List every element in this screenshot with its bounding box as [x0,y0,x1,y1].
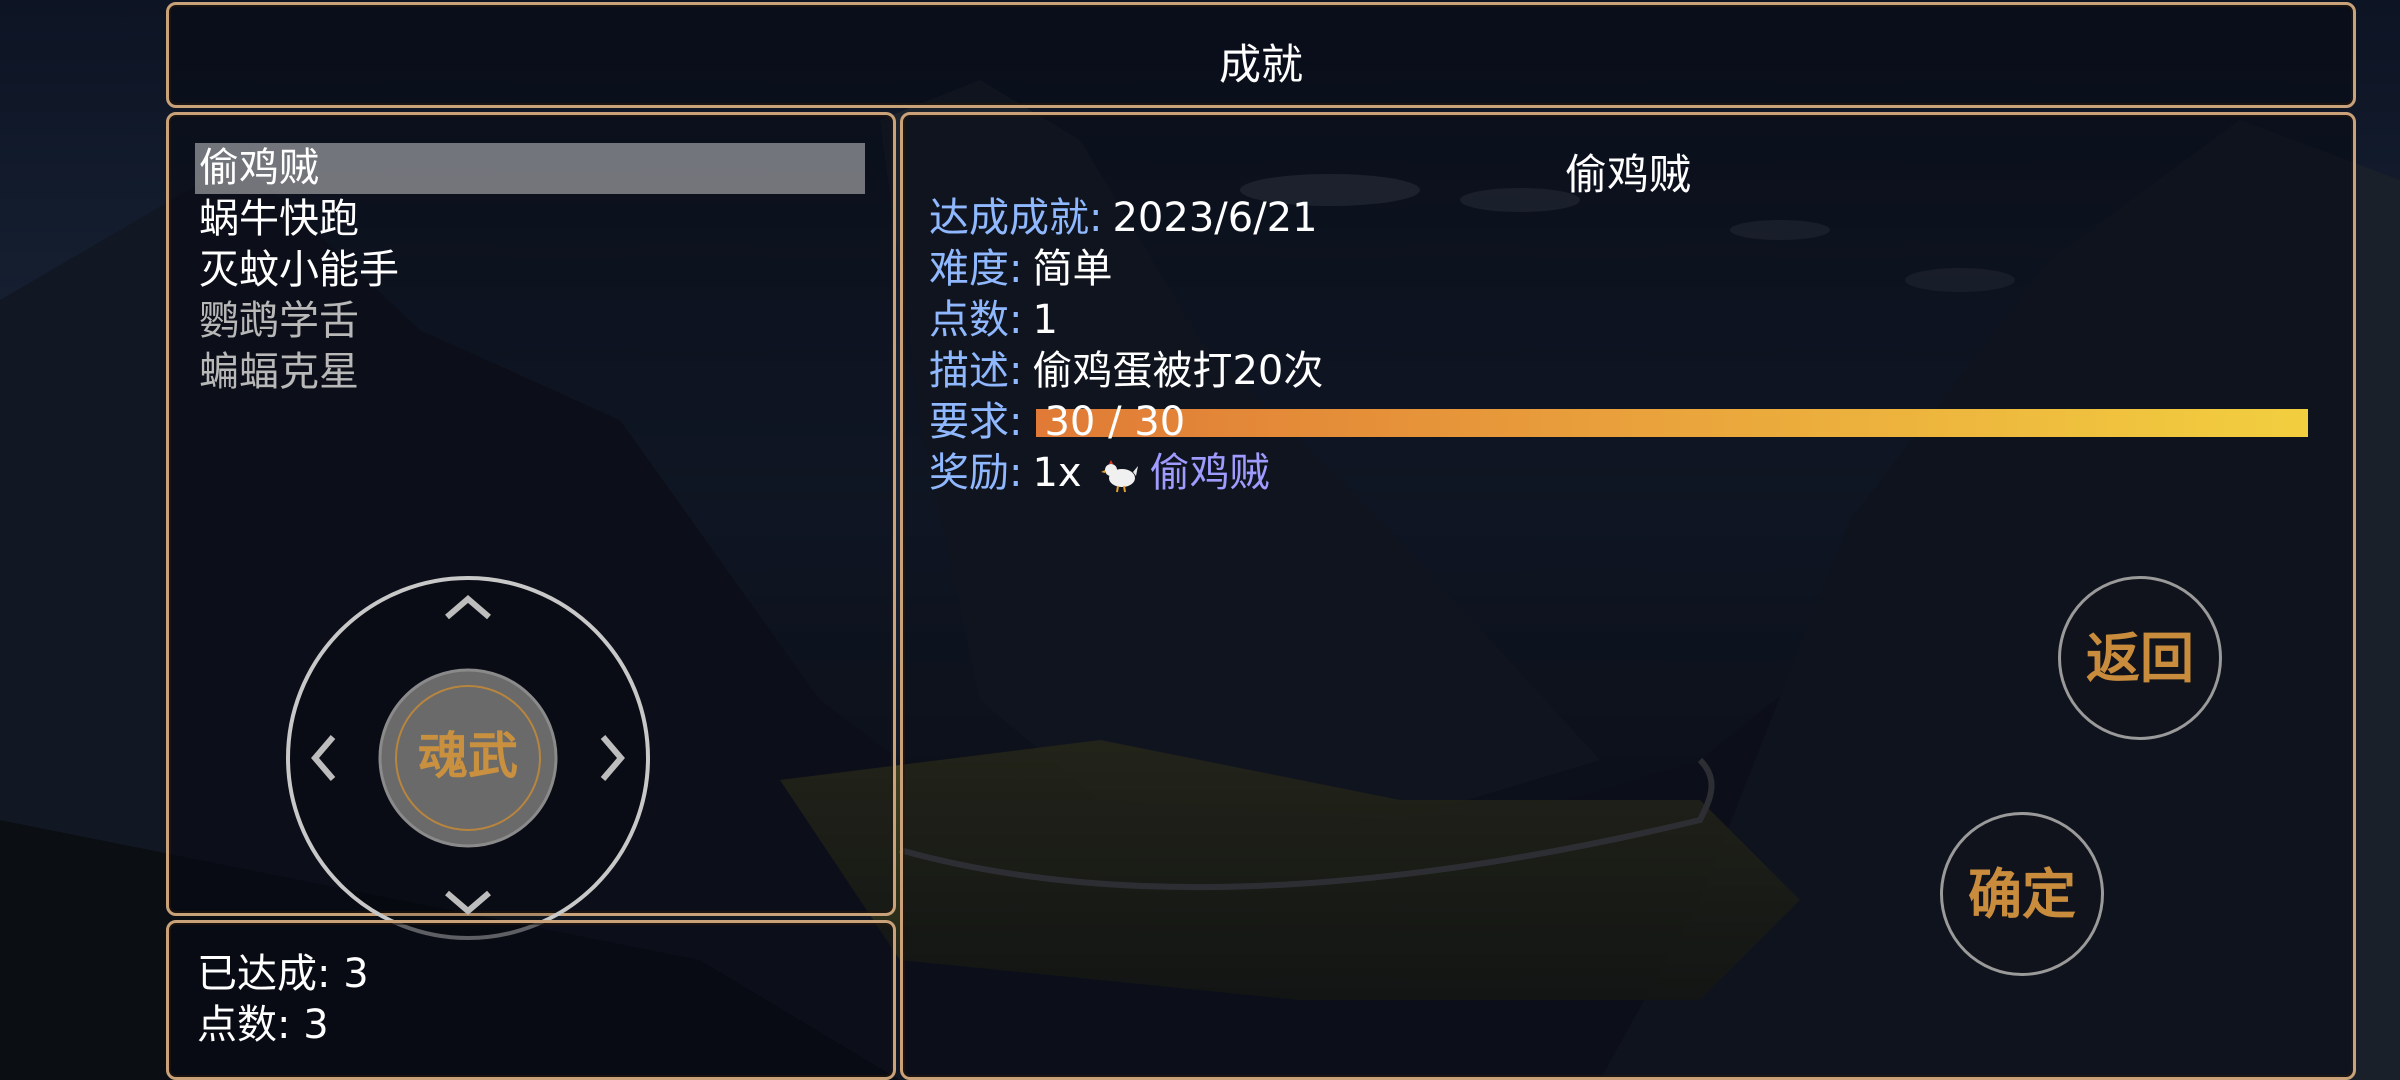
row-points: 点数: 1 [929,295,2319,346]
reward-count: 1x [1032,450,1082,496]
virtual-joystick[interactable]: 魂武 [285,575,651,941]
reward-label: 奖励: [929,450,1023,496]
back-button[interactable]: 返回 [2058,576,2222,740]
achievement-list-item[interactable]: 灭蚊小能手 [195,245,865,296]
achievement-list-item[interactable]: 偷鸡贼 [195,143,865,194]
requirement-label: 要求: [929,399,1023,445]
description-label: 描述: [929,348,1023,394]
row-reward: 奖励: 1x 偷鸡贼 [929,448,2319,499]
title-bar: 成就 [166,2,2356,108]
row-achieved-date: 达成成就: 2023/6/21 [929,193,2319,244]
total-points: 点数: 3 [197,1002,329,1048]
row-difficulty: 难度: 简单 [929,244,2319,295]
reward-item-link[interactable]: 偷鸡贼 [1150,448,1270,499]
description-value: 偷鸡蛋被打20次 [1032,348,1324,394]
achieved-date-label: 达成成就: [929,195,1103,241]
points-label: 点数: [929,297,1023,343]
requirement-progress-bar: 30 / 30 [1036,399,2309,445]
achievement-list: 偷鸡贼 蜗牛快跑 灭蚊小能手 鹦鹉学舌 蝙蝠克星 [195,143,865,398]
chicken-icon [1100,459,1138,492]
points-value: 1 [1032,297,1058,343]
achievement-list-item[interactable]: 蝙蝠克星 [195,347,865,398]
page-title: 成就 [1218,40,1303,89]
progress-fill [1036,408,2309,437]
summary-panel: 已达成: 3 点数: 3 [166,920,896,1080]
achievement-list-item[interactable]: 鹦鹉学舌 [195,296,865,347]
joystick-emblem: 魂武 [418,726,518,785]
achieved-date-value: 2023/6/21 [1112,195,1318,241]
row-description: 描述: 偷鸡蛋被打20次 [929,346,2319,397]
difficulty-label: 难度: [929,246,1023,292]
requirement-progress-text: 30 / 30 [1044,398,1186,445]
difficulty-value: 简单 [1032,246,1113,292]
confirm-button[interactable]: 确定 [1940,812,2104,976]
achievement-list-item[interactable]: 蜗牛快跑 [195,194,865,245]
row-requirement: 要求: 30 / 30 [929,397,2319,448]
achieved-count: 已达成: 3 [197,951,369,997]
